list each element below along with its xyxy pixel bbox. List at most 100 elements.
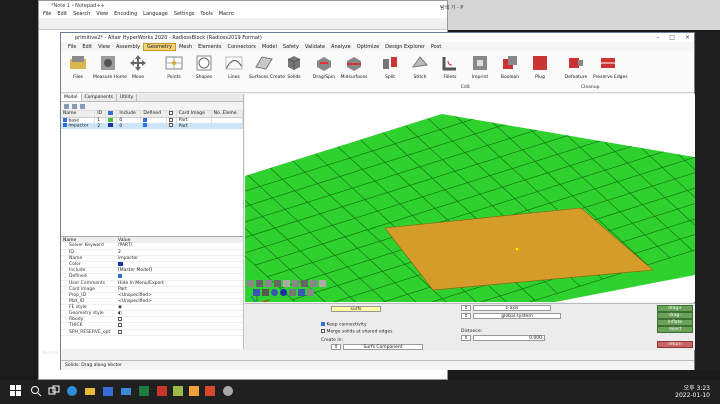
plug-tool[interactable]: Plug xyxy=(525,53,555,80)
cube-icon[interactable] xyxy=(253,289,260,296)
keep-connectivity-option[interactable]: Keep connectivity xyxy=(321,322,367,328)
system-toggle[interactable]: ⇕ xyxy=(461,313,471,319)
windows-start-icon[interactable] xyxy=(10,385,22,397)
midsurfaces-tool[interactable]: Midsurfaces xyxy=(339,53,369,80)
task-view-icon[interactable] xyxy=(48,385,60,397)
measure-tool[interactable]: Measure Home xyxy=(93,53,127,80)
axis-direction-field[interactable]: z-axis xyxy=(473,305,551,311)
shapes-tool[interactable]: Shapes xyxy=(189,53,219,80)
np-menu-encoding[interactable]: Encoding xyxy=(114,11,137,18)
menu-model[interactable]: Model xyxy=(259,44,280,50)
view-front-icon[interactable] xyxy=(292,280,299,287)
imprint-tool[interactable]: Imprint xyxy=(465,53,495,80)
defined-checkbox[interactable] xyxy=(143,123,148,128)
defined-checkbox[interactable] xyxy=(118,274,122,278)
component-color-swatch[interactable] xyxy=(108,123,114,128)
np-menu-tools[interactable]: Tools xyxy=(200,11,212,18)
browser-app-icon[interactable] xyxy=(222,385,234,397)
np-menu-edit[interactable]: Edit xyxy=(57,11,67,18)
merge-solids-checkbox[interactable] xyxy=(321,329,325,333)
np-menu-view[interactable]: View xyxy=(96,11,108,18)
tab-components[interactable]: Components xyxy=(82,94,117,101)
tab-utility[interactable]: Utility xyxy=(117,94,138,101)
mail-icon[interactable] xyxy=(120,385,132,397)
view-side-icon[interactable] xyxy=(301,280,308,287)
file-explorer-icon[interactable] xyxy=(84,385,96,397)
distance-input[interactable]: 0.000 xyxy=(473,335,545,341)
return-button[interactable]: return xyxy=(657,341,693,348)
drag-minus-button[interactable]: drag- xyxy=(657,312,693,319)
menu-design-explorer[interactable]: Design Explorer xyxy=(382,44,428,50)
edge-icon[interactable] xyxy=(66,385,78,397)
view-iso-icon[interactable] xyxy=(310,280,317,287)
menu-connectors[interactable]: Connectors xyxy=(224,44,258,50)
store-icon[interactable] xyxy=(102,385,114,397)
menu-geometry[interactable]: Geometry xyxy=(143,42,176,51)
card-checkbox[interactable] xyxy=(168,123,173,128)
tab-model[interactable]: Model xyxy=(61,94,82,101)
menu-safety[interactable]: Safety xyxy=(280,44,302,50)
ribbon-group-edit[interactable]: Edit xyxy=(461,85,470,90)
defined-checkbox[interactable] xyxy=(143,117,148,122)
thick-checkbox[interactable] xyxy=(118,323,122,327)
menu-validate[interactable]: Validate xyxy=(302,44,328,50)
geometry-style-icon[interactable]: ◐ xyxy=(118,311,122,316)
points-tool[interactable]: Points xyxy=(159,53,189,80)
property-row[interactable]: SPH_RESERVE_opt xyxy=(61,329,243,336)
menu-analyze[interactable]: Analyze xyxy=(328,44,354,50)
ribbon-group-cleanup[interactable]: Cleanup xyxy=(581,85,599,90)
expand-icon[interactable] xyxy=(72,103,77,109)
direction-toggle[interactable]: ⇕ xyxy=(461,305,471,311)
fillets-tool[interactable]: Fillets xyxy=(435,53,465,80)
np-menu-macro[interactable]: Macro xyxy=(219,11,234,18)
close-icon[interactable]: × xyxy=(685,34,690,41)
fe-style-icon[interactable]: ◉ xyxy=(118,305,122,310)
surfaces-tool[interactable]: Surfaces Create xyxy=(249,53,285,80)
card-checkbox[interactable] xyxy=(168,117,173,122)
dragspin-tool[interactable]: Drag/Spin xyxy=(309,53,339,80)
excel-icon[interactable] xyxy=(138,385,150,397)
rotate-icon[interactable] xyxy=(247,280,254,287)
preserve-edges-tool[interactable]: Preserve Edges xyxy=(593,53,628,80)
pan-icon[interactable] xyxy=(256,280,263,287)
rbody-checkbox[interactable] xyxy=(118,316,122,321)
wireframe-icon[interactable] xyxy=(289,289,296,296)
distance-toggle[interactable]: ⇕ xyxy=(461,335,471,341)
menu-elements[interactable]: Elements xyxy=(195,44,224,50)
menu-file[interactable]: File xyxy=(65,44,79,50)
reject-button[interactable]: reject xyxy=(657,326,693,333)
menu-post[interactable]: Post xyxy=(428,44,444,50)
menu-view[interactable]: View xyxy=(95,44,113,50)
visibility-checkbox[interactable] xyxy=(63,123,67,128)
shaded-icon[interactable] xyxy=(271,289,278,296)
color-swatch[interactable] xyxy=(118,261,123,266)
search-icon[interactable] xyxy=(30,385,42,397)
system-clock[interactable]: 오후 3:23 2022-01-10 xyxy=(675,385,710,399)
np-menu-settings[interactable]: Settings xyxy=(174,11,195,18)
maximize-icon[interactable]: □ xyxy=(669,34,675,41)
zoom-icon[interactable] xyxy=(265,280,272,287)
np-menu-language[interactable]: Language xyxy=(143,11,168,18)
defeature-tool[interactable]: Defeature xyxy=(561,53,591,80)
drag-plus-button[interactable]: drag+ xyxy=(657,305,693,312)
pdf-icon[interactable] xyxy=(156,385,168,397)
display-mode-icon[interactable] xyxy=(262,289,269,296)
stitch-tool[interactable]: Stitch xyxy=(405,53,435,80)
keep-connectivity-checkbox[interactable] xyxy=(321,322,325,326)
clipping-icon[interactable] xyxy=(298,289,305,296)
view-top-icon[interactable] xyxy=(283,280,290,287)
fit-icon[interactable] xyxy=(274,280,281,287)
lines-tool[interactable]: Lines xyxy=(219,53,249,80)
np-menu-search[interactable]: Search xyxy=(73,11,90,18)
snapshot-icon[interactable] xyxy=(319,280,326,287)
inflate-button[interactable]: inflate xyxy=(657,319,693,326)
notes-icon[interactable] xyxy=(172,385,184,397)
filter-icon[interactable] xyxy=(64,103,69,109)
system-field[interactable]: global system xyxy=(473,313,561,319)
files-tool[interactable]: Files xyxy=(63,53,93,80)
move-tool[interactable]: Move xyxy=(123,53,153,80)
component-color-swatch[interactable] xyxy=(108,117,114,122)
boolean-tool[interactable]: Boolean xyxy=(495,53,525,80)
create-in-toggle[interactable]: ⇕ xyxy=(331,344,341,350)
menu-mesh[interactable]: Mesh xyxy=(176,44,195,50)
